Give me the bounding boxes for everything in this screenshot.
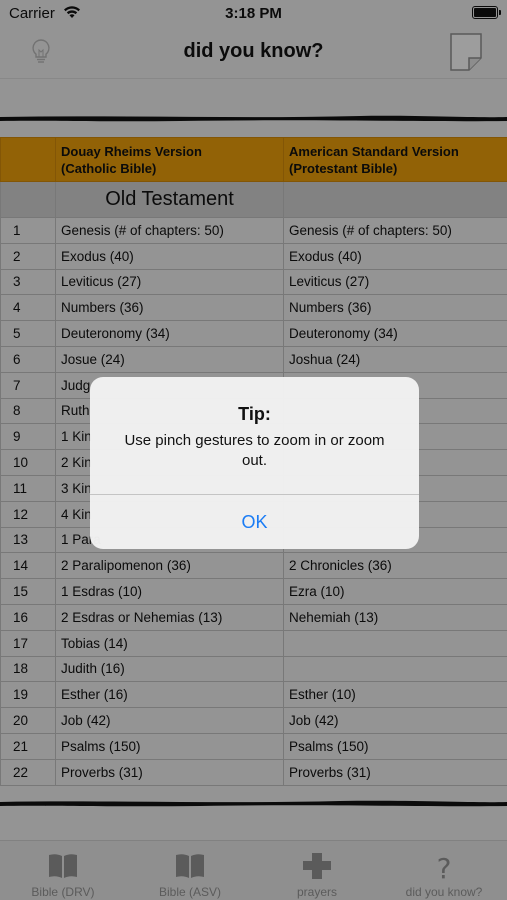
tip-alert: Tip: Use pinch gestures to zoom in or zo… <box>90 377 419 549</box>
alert-title: Tip: <box>238 404 271 424</box>
alert-message: Use pinch gestures to zoom in or zoom ou… <box>124 432 385 469</box>
ok-button[interactable]: OK <box>90 495 419 549</box>
